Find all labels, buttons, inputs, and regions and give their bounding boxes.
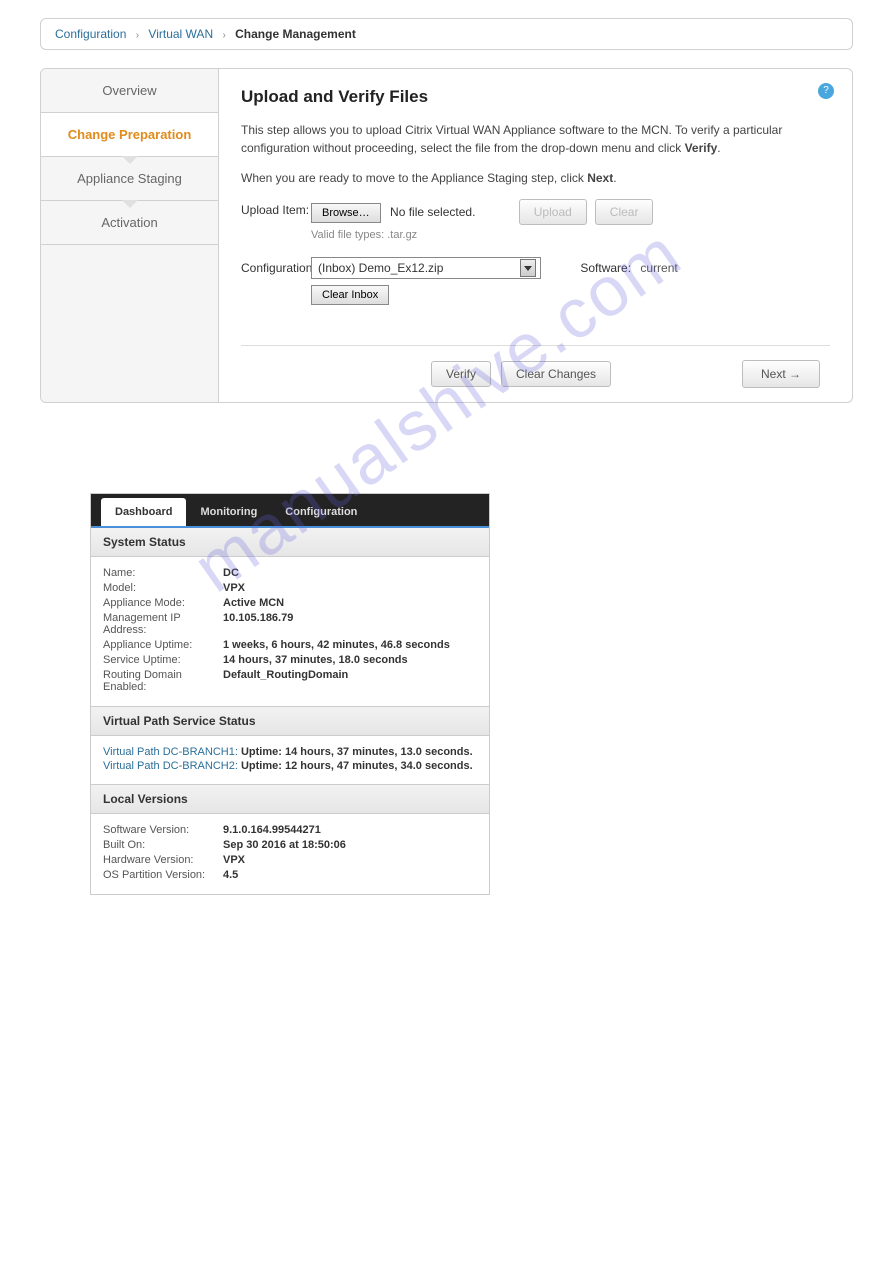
label-hardware-version: Hardware Version: <box>103 854 223 866</box>
system-status-section: System Status Name:DC Model:VPX Applianc… <box>91 528 489 707</box>
value-hardware-version: VPX <box>223 854 245 866</box>
value-mgmt-ip: 10.105.186.79 <box>223 612 293 636</box>
value-model: VPX <box>223 582 245 594</box>
footer-actions: Verify Clear Changes Next → <box>241 345 830 388</box>
tab-bar: Dashboard Monitoring Configuration <box>91 494 489 528</box>
label-appliance-uptime: Appliance Uptime: <box>103 639 223 651</box>
label-name: Name: <box>103 567 223 579</box>
value-appliance-mode: Active MCN <box>223 597 284 609</box>
system-status-header: System Status <box>91 528 489 557</box>
value-os-partition-version: 4.5 <box>223 869 238 881</box>
local-versions-header: Local Versions <box>91 785 489 814</box>
wizard-sidebar: Overview Change Preparation Appliance St… <box>41 69 219 402</box>
configuration-selected: (Inbox) Demo_Ex12.zip <box>318 261 443 275</box>
software-value: current <box>640 261 677 275</box>
label-service-uptime: Service Uptime: <box>103 654 223 666</box>
value-built-on: Sep 30 2016 at 18:50:06 <box>223 839 346 851</box>
value-software-version: 9.1.0.164.99544271 <box>223 824 321 836</box>
label-appliance-mode: Appliance Mode: <box>103 597 223 609</box>
upload-button[interactable]: Upload <box>519 199 587 225</box>
virtual-path-status-section: Virtual Path Service Status Virtual Path… <box>91 707 489 785</box>
configuration-label: Configuration: <box>241 257 311 275</box>
value-appliance-uptime: 1 weeks, 6 hours, 42 minutes, 46.8 secon… <box>223 639 450 651</box>
label-software-version: Software Version: <box>103 824 223 836</box>
value-routing-domain: Default_RoutingDomain <box>223 669 348 693</box>
chevron-right-icon: › <box>136 30 139 41</box>
wizard-panel: Overview Change Preparation Appliance St… <box>40 68 853 403</box>
upload-item-label: Upload Item: <box>241 199 311 217</box>
page-title: Upload and Verify Files <box>241 87 830 107</box>
wizard-main: ? Upload and Verify Files This step allo… <box>219 69 852 402</box>
clear-button[interactable]: Clear <box>595 199 654 225</box>
value-name: DC <box>223 567 239 579</box>
valid-file-types: Valid file types: .tar.gz <box>311 229 830 241</box>
clear-inbox-button[interactable]: Clear Inbox <box>311 285 389 305</box>
breadcrumb: Configuration › Virtual WAN › Change Man… <box>40 18 853 50</box>
software-label: Software: <box>580 261 631 275</box>
configuration-select[interactable]: (Inbox) Demo_Ex12.zip <box>311 257 541 279</box>
label-built-on: Built On: <box>103 839 223 851</box>
virtual-path-link-branch1[interactable]: Virtual Path DC-BRANCH1: <box>103 746 238 758</box>
label-mgmt-ip: Management IP Address: <box>103 612 223 636</box>
tab-dashboard[interactable]: Dashboard <box>101 498 186 526</box>
value-service-uptime: 14 hours, 37 minutes, 18.0 seconds <box>223 654 408 666</box>
browse-button[interactable]: Browse… <box>311 203 381 223</box>
next-button[interactable]: Next → <box>742 360 820 388</box>
no-file-text: No file selected. <box>390 205 475 219</box>
virtual-path-uptime-branch1: Uptime: 14 hours, 37 minutes, 13.0 secon… <box>241 746 473 758</box>
virtual-path-row: Virtual Path DC-BRANCH1: Uptime: 14 hour… <box>103 746 477 758</box>
local-versions-section: Local Versions Software Version:9.1.0.16… <box>91 785 489 894</box>
tab-configuration[interactable]: Configuration <box>271 498 371 526</box>
breadcrumb-link-virtualwan[interactable]: Virtual WAN <box>148 27 213 41</box>
virtual-path-row: Virtual Path DC-BRANCH2: Uptime: 12 hour… <box>103 760 477 772</box>
label-routing-domain: Routing Domain Enabled: <box>103 669 223 693</box>
configuration-row: Configuration: (Inbox) Demo_Ex12.zip Sof… <box>241 257 830 305</box>
breadcrumb-link-configuration[interactable]: Configuration <box>55 27 126 41</box>
virtual-path-status-header: Virtual Path Service Status <box>91 707 489 736</box>
label-os-partition-version: OS Partition Version: <box>103 869 223 881</box>
dashboard-panel: Dashboard Monitoring Configuration Syste… <box>90 493 490 895</box>
help-icon[interactable]: ? <box>818 83 834 99</box>
chevron-right-icon: › <box>222 30 225 41</box>
clear-changes-button[interactable]: Clear Changes <box>501 361 611 387</box>
upload-item-row: Upload Item: Browse… No file selected. U… <box>241 199 830 241</box>
description-1: This step allows you to upload Citrix Vi… <box>241 121 830 157</box>
description-2: When you are ready to move to the Applia… <box>241 169 830 187</box>
chevron-down-icon[interactable] <box>520 259 536 277</box>
step-change-preparation[interactable]: Change Preparation <box>41 113 218 157</box>
breadcrumb-current: Change Management <box>235 27 356 41</box>
virtual-path-uptime-branch2: Uptime: 12 hours, 47 minutes, 34.0 secon… <box>241 760 473 772</box>
label-model: Model: <box>103 582 223 594</box>
step-overview[interactable]: Overview <box>41 69 218 113</box>
virtual-path-link-branch2[interactable]: Virtual Path DC-BRANCH2: <box>103 760 238 772</box>
tab-monitoring[interactable]: Monitoring <box>186 498 271 526</box>
verify-button[interactable]: Verify <box>431 361 491 387</box>
